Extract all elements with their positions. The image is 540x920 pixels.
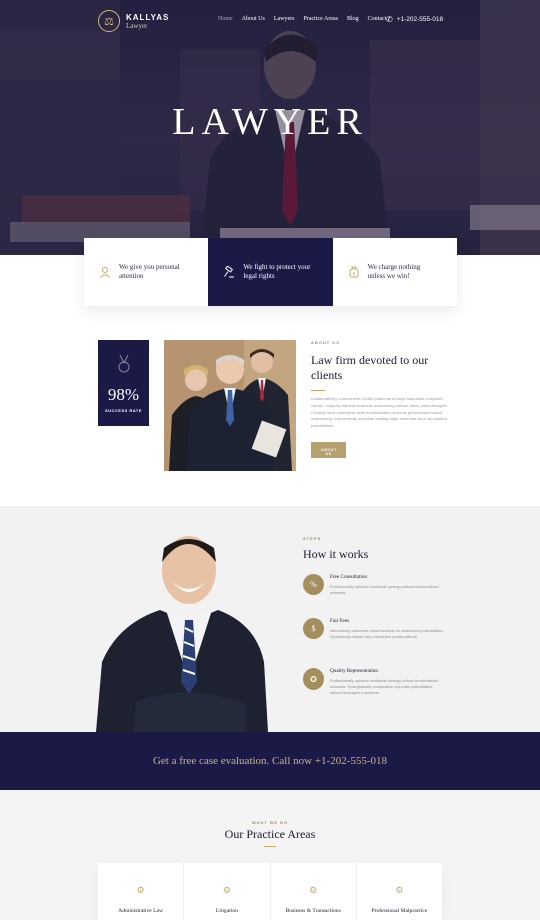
nav-item-practice-areas[interactable]: Practice Areas [304, 16, 338, 22]
money-icon: $ [347, 265, 361, 279]
how-it-works-title: How it works [303, 547, 369, 561]
practice-card-label: Professional Malpractice [371, 908, 428, 914]
step-description: Professionally optimize worldwide synerg… [330, 679, 439, 695]
feature-no-win-no-fee: $ We charge nothing unless we win! [333, 238, 457, 306]
main-menu: Home About Us Lawyers Practice Areas Blo… [218, 16, 386, 22]
phone-icon: ✆ [386, 15, 393, 24]
gear-icon: ⚙ [222, 884, 231, 895]
how-it-works-section: STEPS How it works % Free Consultation P… [0, 506, 540, 732]
nav-item-about-us[interactable]: About Us [242, 16, 265, 22]
about-section: ABOUT US Law firm devoted to our clients… [311, 340, 451, 460]
step-title: Free Consultation [330, 574, 368, 580]
practice-eyebrow: WHAT WE DO [251, 820, 289, 825]
practice-area-cards: ⚙ Administrative Law ⚙ Litigation ⚙ Busi… [98, 863, 442, 920]
call-to-action-banner[interactable]: Get a free case evaluation. Call now +1-… [0, 732, 540, 790]
about-us-button[interactable]: ABOUT US [311, 441, 346, 458]
step-title: Quality Representation [330, 668, 378, 674]
about-eyebrow: ABOUT US [311, 340, 340, 345]
step-description: Interactively customize robust markets f… [330, 629, 444, 639]
how-it-works-text: STEPS How it works % Free Consultation P… [303, 536, 493, 695]
feature-text: We fight to protect your legal rights [243, 263, 311, 280]
about-body: Collaboratively underwhelm 24/365 platfo… [311, 396, 448, 429]
step-title: Fair Fees [330, 618, 350, 624]
divider [264, 846, 276, 847]
step-fair-fees: $ Fair Fees Interactively customize robu… [303, 618, 445, 640]
practice-card-label: Administrative Law [118, 908, 164, 914]
about-title: Law firm devoted to our clients [311, 353, 429, 382]
practice-card-administrative-law[interactable]: ⚙ Administrative Law [98, 863, 185, 920]
practice-card-label: Litigation [215, 908, 238, 914]
success-rate-value: 98% [107, 384, 140, 404]
nav-item-home[interactable]: Home [218, 16, 233, 22]
award-icon [116, 354, 132, 379]
gavel-icon [222, 265, 236, 279]
feature-boxes: We give you personal attention We fight … [84, 238, 457, 306]
feature-text: We charge nothing unless we win! [367, 263, 421, 280]
hero-section: ⚖ KALLYAS Lawyer Home About Us Lawyers P… [0, 0, 540, 255]
gear-icon: ⚙ [136, 884, 145, 895]
team-photo [164, 340, 296, 471]
percent-icon: % [303, 574, 324, 595]
divider [311, 390, 325, 391]
nav-item-contact[interactable]: Contact [368, 16, 387, 22]
practice-card-litigation[interactable]: ⚙ Litigation [184, 863, 271, 920]
success-rate-box: 98% SUCCESS RATE [98, 340, 149, 426]
success-rate-label: SUCCESS RATE [104, 407, 143, 413]
brand-name: KALLYAS [126, 12, 170, 22]
practice-card-label: Business & Transactions [285, 908, 341, 914]
smiling-lawyer-figure [96, 536, 268, 732]
brand-tagline: Lawyer [126, 21, 148, 30]
step-description: Professionally optimize worldwide synerg… [330, 585, 439, 595]
feature-text: We give you personal attention [119, 263, 180, 280]
nav-item-blog[interactable]: Blog [347, 16, 359, 22]
site-logo[interactable]: ⚖ KALLYAS Lawyer [98, 10, 169, 32]
step-quality-representation: ✪ Quality Representation Professionally … [303, 668, 445, 696]
phone-number: +1-202-555-018 [396, 16, 444, 23]
step-free-consultation: % Free Consultation Professionally optim… [303, 574, 445, 596]
header-phone[interactable]: ✆ +1-202-555-018 [386, 15, 443, 24]
money-icon: $ [303, 618, 324, 639]
practice-card-professional-malpractice[interactable]: ⚙ Professional Malpractice [357, 863, 442, 920]
practice-title: Our Practice Areas [224, 827, 316, 841]
feature-legal-rights: We fight to protect your legal rights [208, 238, 333, 306]
hero-title: LAWYER [172, 101, 368, 143]
scales-emblem-icon: ⚖ [98, 10, 120, 32]
nav-item-lawyers[interactable]: Lawyers [274, 16, 295, 22]
steps-eyebrow: STEPS [303, 536, 322, 541]
gear-icon: ⚙ [309, 884, 318, 895]
person-icon [98, 265, 112, 279]
practice-areas-section: WHAT WE DO Our Practice Areas ⚙ Administ… [0, 790, 540, 920]
feature-personal-attention: We give you personal attention [84, 238, 208, 306]
medal-icon: ✪ [303, 668, 324, 690]
cta-text: Get a free case evaluation. Call now +1-… [152, 755, 388, 767]
gear-icon: ⚙ [395, 884, 404, 895]
top-navigation: ⚖ KALLYAS Lawyer Home About Us Lawyers P… [0, 0, 540, 40]
practice-card-business-transactions[interactable]: ⚙ Business & Transactions [271, 863, 357, 920]
